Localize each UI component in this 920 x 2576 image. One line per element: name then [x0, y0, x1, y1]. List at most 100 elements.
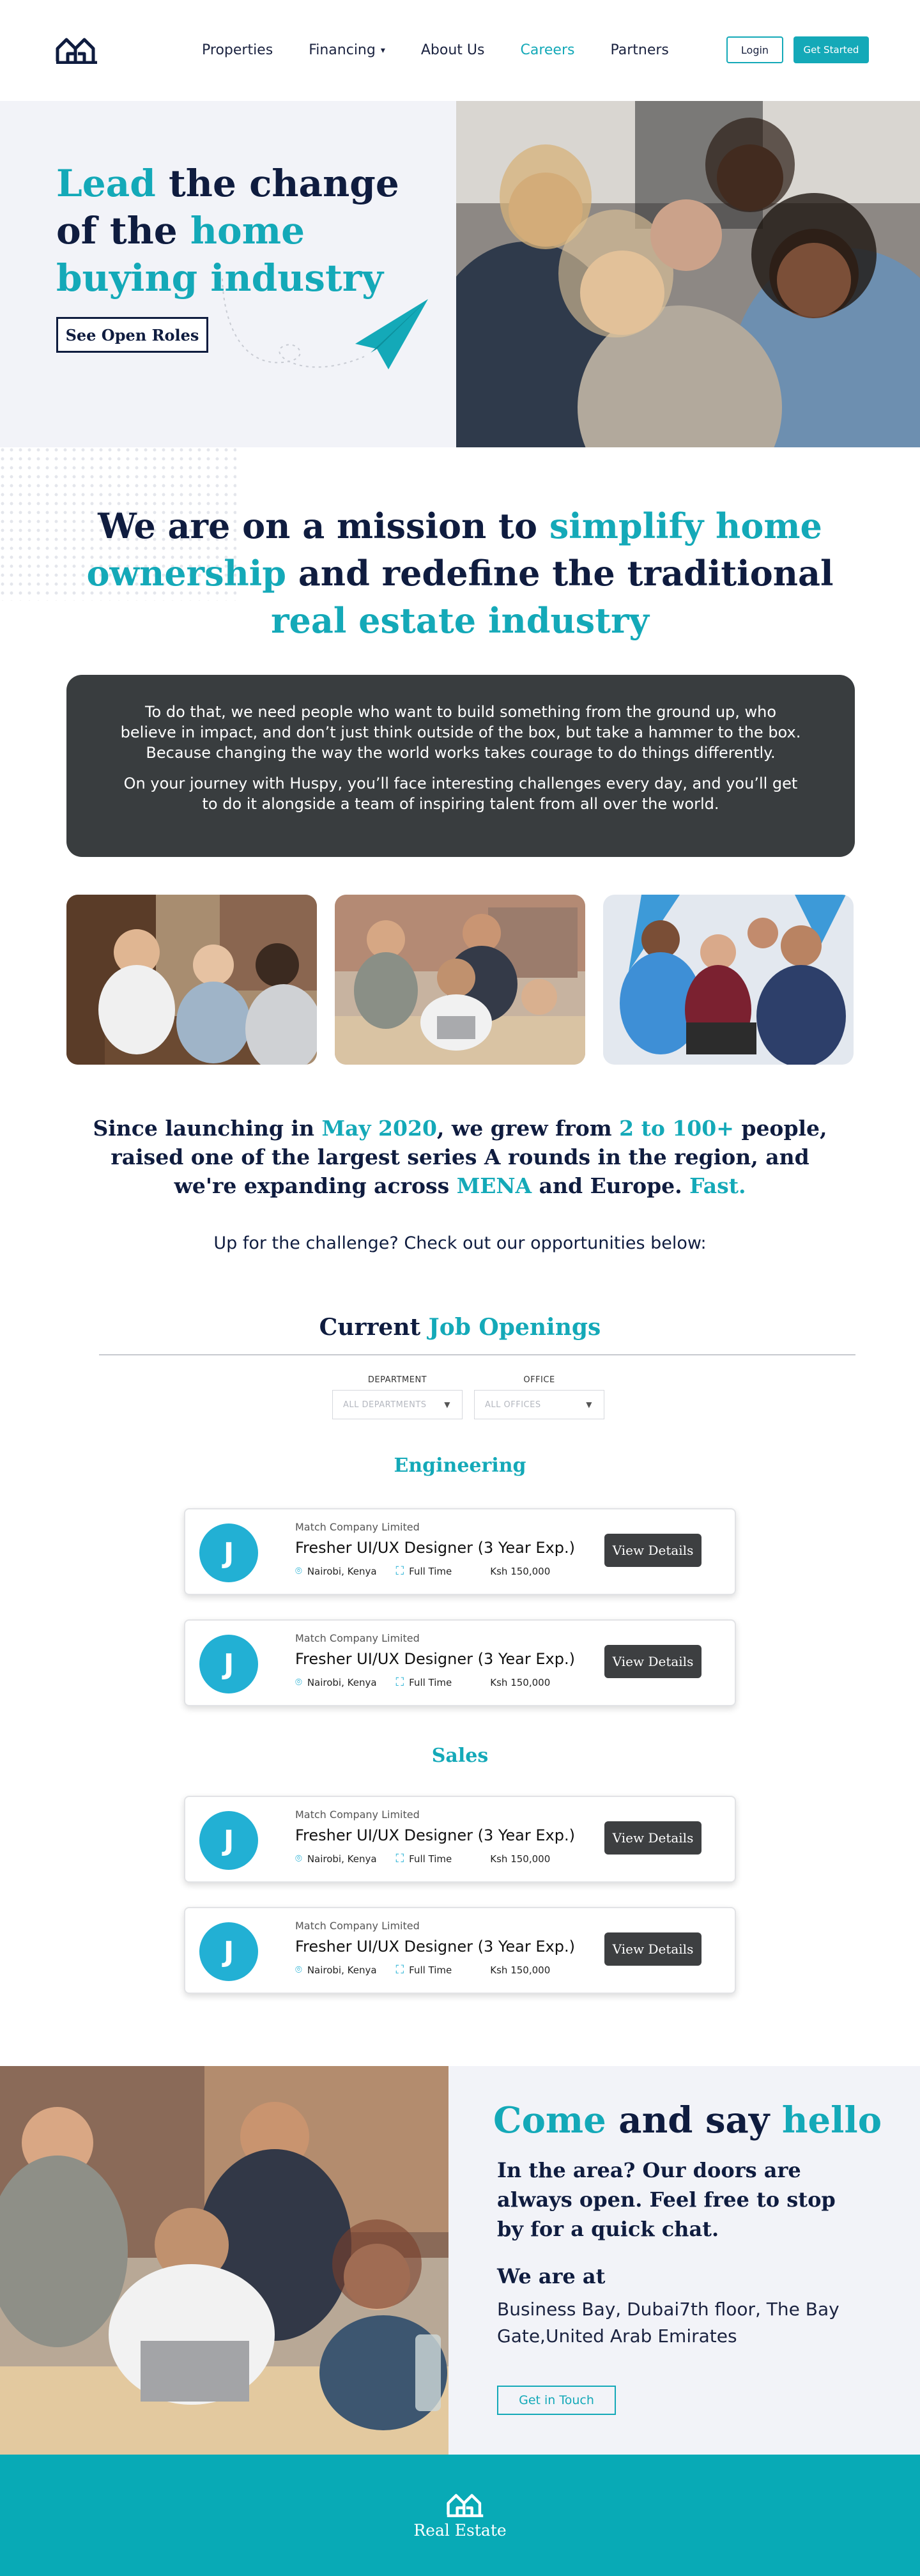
home-logo-icon[interactable]	[55, 36, 98, 64]
job-title: Fresher UI/UX Designer (3 Year Exp.)	[295, 1826, 575, 1844]
nav-properties-label: Properties	[202, 42, 273, 58]
footer-brand: Real Estate	[413, 2521, 507, 2540]
nav-properties[interactable]: Properties	[202, 42, 273, 58]
challenge-text: Up for the challenge? Check out our oppo…	[213, 1233, 707, 1253]
company-avatar: J	[199, 1635, 258, 1693]
office-select[interactable]: ALL OFFICES ▼	[474, 1390, 604, 1419]
home-logo-icon[interactable]	[446, 2492, 484, 2517]
mission-title-accent-2: real estate industry	[271, 600, 649, 641]
team-photo-3-illustration	[603, 895, 854, 1065]
view-details-button[interactable]: View Details	[604, 1821, 702, 1855]
section-title-engineering: Engineering	[394, 1454, 526, 1477]
clock-icon: ⛶	[395, 1676, 404, 1689]
footer: Real Estate	[0, 2455, 920, 2576]
job-card[interactable]: J Match Company Limited Fresher UI/UX De…	[184, 1508, 736, 1595]
company-avatar: J	[199, 1922, 258, 1981]
department-select[interactable]: ALL DEPARTMENTS ▼	[332, 1390, 463, 1419]
view-details-button[interactable]: View Details	[604, 1645, 702, 1678]
main-nav: Properties Financing ▾ About Us Careers P…	[202, 42, 669, 58]
location-pin-icon: ⌾	[295, 1676, 302, 1689]
view-details-button[interactable]: View Details	[604, 1534, 702, 1567]
job-location: Nairobi, Kenya	[307, 1964, 377, 1976]
contact-title-accent-1: Come	[493, 2099, 606, 2141]
get-started-button[interactable]: Get Started	[793, 36, 869, 63]
hero-team-photo	[456, 101, 920, 447]
job-title: Fresher UI/UX Designer (3 Year Exp.)	[295, 1938, 575, 1955]
office-select-value: ALL OFFICES	[485, 1400, 541, 1410]
growth-launch-date: May 2020	[321, 1116, 437, 1141]
nav-careers-label: Careers	[520, 42, 575, 58]
job-card[interactable]: J Match Company Limited Fresher UI/UX De…	[184, 1619, 736, 1706]
location-pin-icon: ⌾	[295, 1564, 302, 1578]
contact-title: Come and say hello	[493, 2099, 882, 2141]
job-location: Nairobi, Kenya	[307, 1565, 377, 1577]
openings-title-accent: Job Openings	[428, 1314, 601, 1341]
nav-financing[interactable]: Financing ▾	[309, 42, 385, 58]
job-card[interactable]: J Match Company Limited Fresher UI/UX De…	[184, 1907, 736, 1994]
growth-part-1: Since launching in	[93, 1116, 322, 1141]
job-salary: Ksh 150,000	[490, 1964, 551, 1976]
growth-part-2: , we grew from	[436, 1116, 620, 1141]
location-pin-icon: ⌾	[295, 1852, 302, 1865]
clock-icon: ⛶	[395, 1852, 404, 1865]
growth-region: MENA	[456, 1173, 532, 1198]
office-filter: OFFICE ALL OFFICES ▼	[474, 1375, 604, 1419]
office-filter-label: OFFICE	[523, 1375, 555, 1385]
company-avatar: J	[199, 1811, 258, 1870]
mission-paragraph-2: On your journey with Huspy, you’ll face …	[123, 775, 798, 813]
job-salary: Ksh 150,000	[490, 1853, 551, 1865]
job-location: Nairobi, Kenya	[307, 1853, 377, 1865]
job-meta: ⌾ Nairobi, Kenya ⛶ Full Time Ksh 150,000	[295, 1963, 550, 1977]
mission-paragraph-1: To do that, we need people who want to b…	[120, 703, 801, 762]
job-type: Full Time	[409, 1676, 452, 1688]
job-salary: Ksh 150,000	[490, 1676, 551, 1688]
mission-description-box: To do that, we need people who want to b…	[66, 675, 855, 857]
job-openings-title: Current Job Openings	[0, 1314, 920, 1341]
caret-down-icon: ▼	[444, 1400, 450, 1409]
contact-section: Come and say hello In the area? Our door…	[0, 2066, 920, 2455]
address-heading: We are at	[497, 2264, 606, 2288]
nav-financing-label: Financing	[309, 42, 376, 58]
job-company: Match Company Limited	[295, 1632, 420, 1644]
see-open-roles-button[interactable]: See Open Roles	[56, 317, 208, 353]
nav-about-us[interactable]: About Us	[421, 42, 485, 58]
view-details-button[interactable]: View Details	[604, 1932, 702, 1966]
company-avatar: J	[199, 1523, 258, 1582]
job-meta: ⌾ Nairobi, Kenya ⛶ Full Time Ksh 150,000	[295, 1852, 550, 1865]
job-title: Fresher UI/UX Designer (3 Year Exp.)	[295, 1539, 575, 1557]
get-in-touch-button[interactable]: Get in Touch	[497, 2386, 616, 2415]
caret-down-icon: ▼	[586, 1400, 592, 1409]
job-card[interactable]: J Match Company Limited Fresher UI/UX De…	[184, 1796, 736, 1883]
nav-careers[interactable]: Careers	[520, 42, 574, 58]
team-photo-3	[603, 895, 854, 1065]
clock-icon: ⛶	[395, 1564, 404, 1578]
growth-team-size: 2 to 100+	[619, 1116, 734, 1141]
job-company: Match Company Limited	[295, 1521, 420, 1533]
office-team-photo	[0, 2066, 448, 2455]
department-filter-label: DEPARTMENT	[367, 1375, 427, 1385]
clock-icon: ⛶	[395, 1963, 404, 1977]
office-address: Business Bay, Dubai7th floor, The Bay Ga…	[497, 2299, 839, 2347]
hero-title-accent-1: Lead	[56, 162, 156, 205]
team-photo-1	[66, 895, 317, 1065]
job-salary: Ksh 150,000	[490, 1565, 551, 1577]
job-meta: ⌾ Nairobi, Kenya ⛶ Full Time Ksh 150,000	[295, 1676, 550, 1689]
department-select-value: ALL DEPARTMENTS	[343, 1400, 427, 1410]
job-company: Match Company Limited	[295, 1809, 420, 1821]
job-type: Full Time	[409, 1853, 452, 1865]
nav-partners-label: Partners	[610, 42, 669, 58]
contact-lead: In the area? Our doors are always open. …	[497, 2158, 836, 2241]
office-photo-illustration	[0, 2066, 448, 2455]
job-company: Match Company Limited	[295, 1920, 420, 1932]
mission-title-part-2: and redefine the traditional	[286, 553, 834, 594]
login-button[interactable]: Login	[726, 36, 783, 63]
openings-title-part-1: Current	[319, 1314, 429, 1341]
paper-plane-icon	[222, 278, 428, 369]
mission-title: We are on a mission to simplify home own…	[77, 502, 843, 644]
job-title: Fresher UI/UX Designer (3 Year Exp.)	[295, 1650, 575, 1668]
job-location: Nairobi, Kenya	[307, 1676, 377, 1688]
top-nav: Properties Financing ▾ About Us Careers P…	[0, 0, 920, 101]
team-photo-2-illustration	[335, 895, 585, 1065]
hero-section: Lead the change of the home buying indus…	[0, 101, 920, 447]
nav-partners[interactable]: Partners	[610, 42, 668, 58]
